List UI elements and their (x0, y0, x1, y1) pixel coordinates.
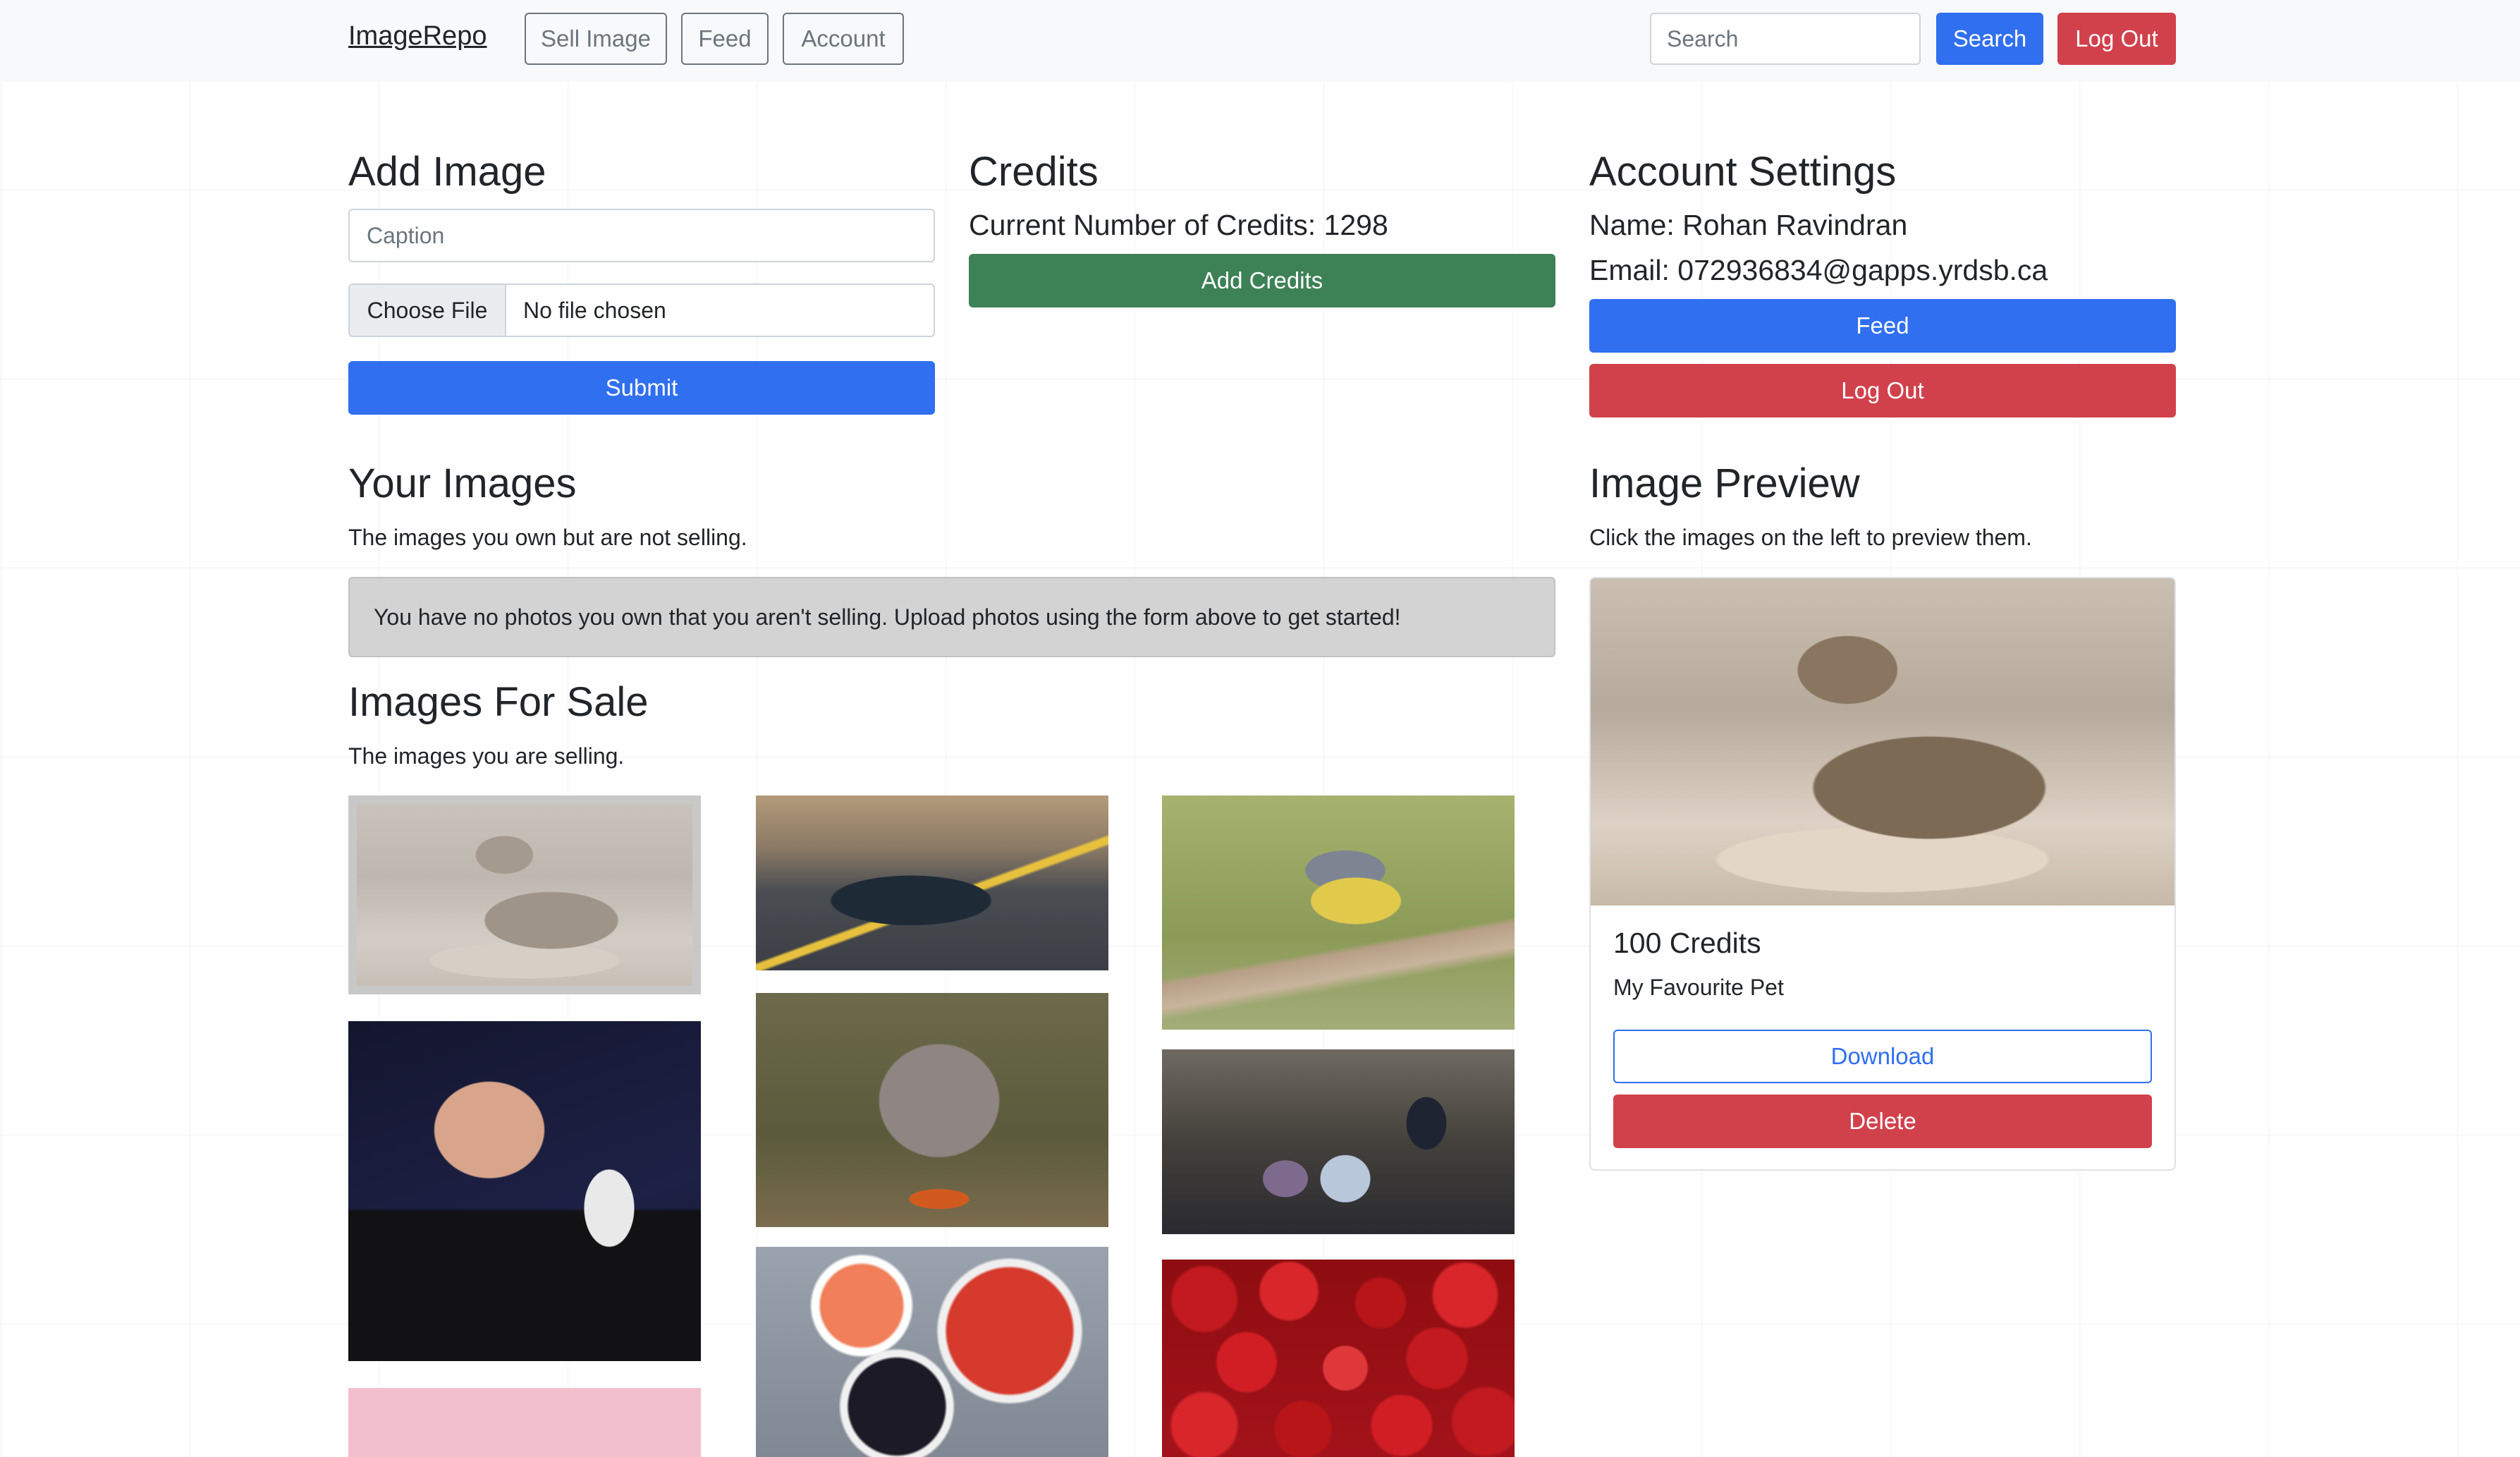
cat-photo (357, 804, 692, 986)
nav-feed-button[interactable]: Feed (681, 13, 769, 65)
sale-image-bird[interactable] (1162, 795, 1515, 1030)
fruit-photo (756, 1247, 1108, 1457)
sale-image-steve-jobs[interactable] (348, 1021, 701, 1361)
images-for-sale-title: Images For Sale (348, 679, 649, 725)
caption-input[interactable] (348, 209, 935, 262)
download-button[interactable]: Download (1613, 1030, 2152, 1083)
strawberries-photo (1162, 1260, 1515, 1457)
submit-button[interactable]: Submit (348, 361, 935, 415)
file-status-text: No file chosen (523, 297, 666, 323)
delete-button[interactable]: Delete (1613, 1095, 2152, 1148)
file-picker[interactable]: Choose File No file chosen (348, 284, 935, 337)
navbar-logout-button[interactable]: Log Out (2057, 13, 2176, 65)
account-settings-title: Account Settings (1589, 149, 1897, 195)
car-photo (756, 795, 1108, 970)
account-feed-button[interactable]: Feed (1589, 299, 2176, 353)
pink-photo (348, 1388, 701, 1457)
account-logout-button[interactable]: Log Out (1589, 364, 2176, 417)
sale-image-strawberries[interactable] (1162, 1260, 1515, 1457)
sale-image-car[interactable] (756, 795, 1108, 970)
image-preview-card: 100 Credits My Favourite Pet Download De… (1589, 577, 2176, 1171)
your-images-title: Your Images (348, 461, 577, 506)
sale-image-cat[interactable] (348, 795, 701, 994)
no-photos-alert: You have no photos you own that you aren… (348, 577, 1555, 657)
preview-image (1591, 578, 2175, 906)
preview-price: 100 Credits (1613, 927, 1761, 959)
account-name-text: Name: Rohan Ravindran (1589, 209, 1908, 241)
brand-link[interactable]: ImageRepo (348, 21, 487, 51)
image-preview-subtitle: Click the images on the left to preview … (1589, 525, 2032, 550)
credits-title: Credits (969, 149, 1099, 195)
sale-image-fruit[interactable] (756, 1247, 1108, 1457)
your-images-subtitle: The images you own but are not selling. (348, 525, 747, 550)
bird-photo (1162, 795, 1515, 1030)
sale-image-office[interactable] (1162, 1049, 1515, 1234)
account-email-text: Email: 072936834@gapps.yrdsb.ca (1589, 254, 2048, 286)
preview-caption: My Favourite Pet (1613, 975, 1784, 1000)
steve-jobs-photo (348, 1021, 701, 1361)
office-photo (1162, 1049, 1515, 1234)
sale-image-dog[interactable] (756, 993, 1108, 1227)
nav-account-button[interactable]: Account (783, 13, 904, 65)
image-preview-title: Image Preview (1589, 461, 1860, 506)
images-for-sale-subtitle: The images you are selling. (348, 743, 625, 769)
add-image-title: Add Image (348, 149, 546, 195)
nav-sell-image-button[interactable]: Sell Image (525, 13, 667, 65)
current-credits-text: Current Number of Credits: 1298 (969, 209, 1388, 241)
choose-file-button[interactable]: Choose File (350, 285, 506, 336)
add-credits-button[interactable]: Add Credits (969, 254, 1555, 307)
sale-image-pink[interactable] (348, 1388, 701, 1457)
search-input[interactable] (1650, 13, 1921, 65)
search-button[interactable]: Search (1936, 13, 2043, 65)
top-navbar: ImageRepo Sell Image Feed Account Search… (0, 0, 2520, 82)
dog-photo (756, 993, 1108, 1227)
